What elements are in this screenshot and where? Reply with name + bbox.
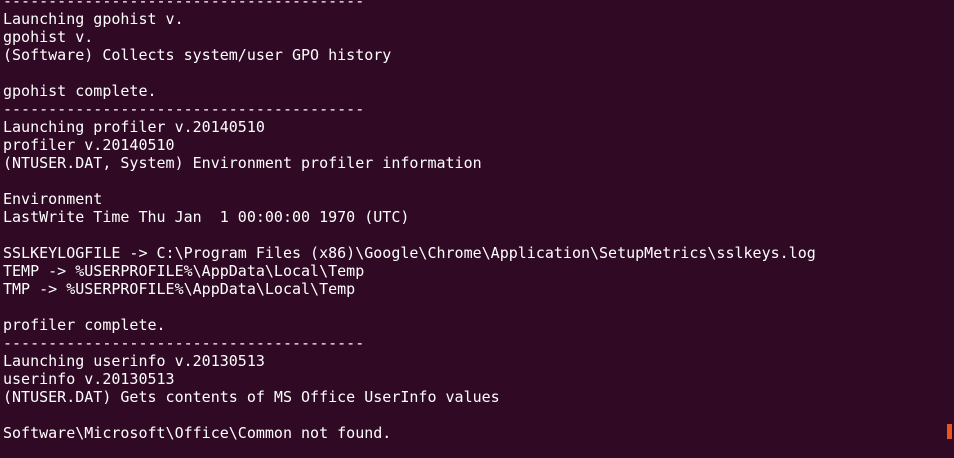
terminal-line: Environment: [3, 190, 103, 208]
terminal-line: ----------------------------------------: [3, 100, 365, 118]
terminal-line: profiler complete.: [3, 316, 166, 334]
terminal-line: (NTUSER.DAT) Gets contents of MS Office …: [3, 388, 500, 406]
terminal-line: Launching gpohist v.: [3, 10, 184, 28]
terminal-output[interactable]: ----------------------------------------…: [3, 0, 816, 442]
terminal-line: (NTUSER.DAT, System) Environment profile…: [3, 154, 482, 172]
terminal-line: profiler v.20140510: [3, 136, 175, 154]
terminal-line: TMP -> %USERPROFILE%\AppData\Local\Temp: [3, 280, 356, 298]
terminal-line: userinfo v.20130513: [3, 370, 175, 388]
terminal-line: Launching profiler v.20140510: [3, 118, 265, 136]
terminal-window[interactable]: ----------------------------------------…: [0, 0, 954, 458]
terminal-line: ----------------------------------------: [3, 0, 365, 10]
terminal-line: ----------------------------------------: [3, 334, 365, 352]
terminal-line: SSLKEYLOGFILE -> C:\Program Files (x86)\…: [3, 244, 816, 262]
terminal-line: LastWrite Time Thu Jan 1 00:00:00 1970 (…: [3, 208, 410, 226]
terminal-line: (Software) Collects system/user GPO hist…: [3, 46, 392, 64]
terminal-line: gpohist v.: [3, 28, 94, 46]
terminal-line: Launching userinfo v.20130513: [3, 352, 265, 370]
terminal-line: gpohist complete.: [3, 82, 157, 100]
scroll-position-marker[interactable]: [947, 424, 952, 439]
terminal-line: TEMP -> %USERPROFILE%\AppData\Local\Temp: [3, 262, 365, 280]
terminal-line: Software\Microsoft\Office\Common not fou…: [3, 424, 392, 442]
